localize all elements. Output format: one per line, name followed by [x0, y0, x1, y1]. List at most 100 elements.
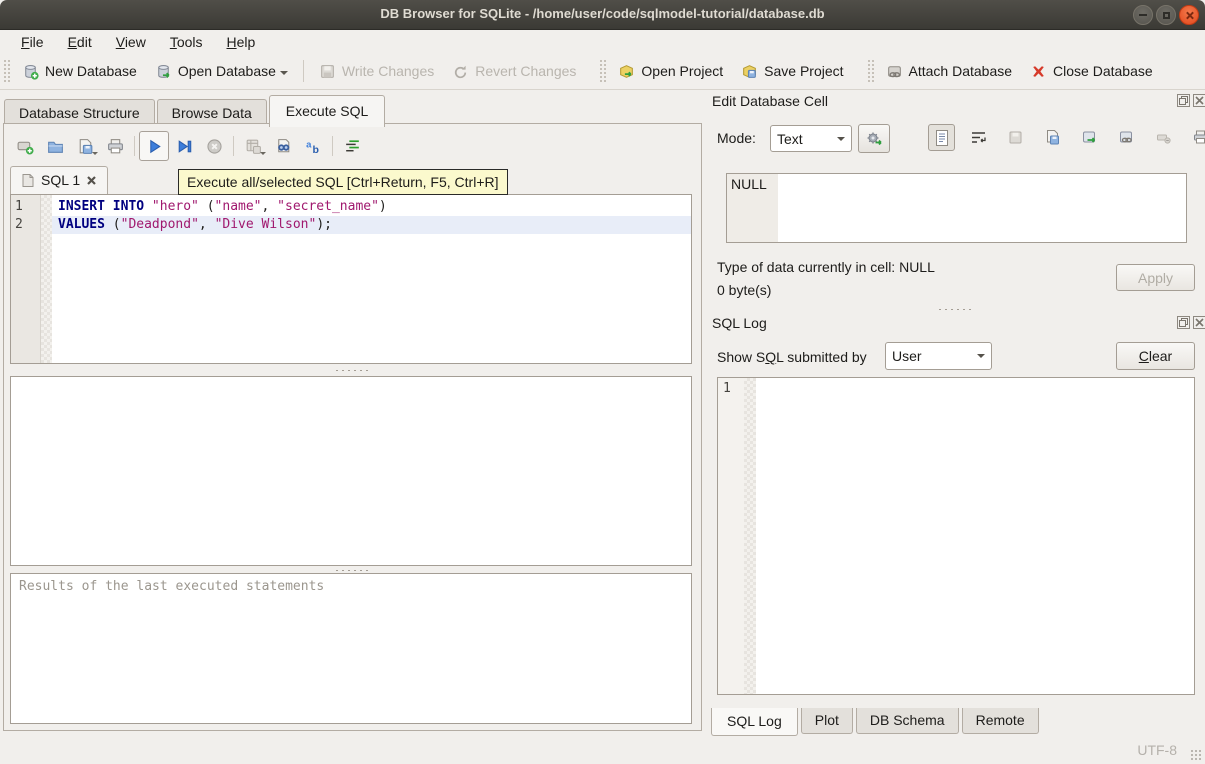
- dock-tab-remote[interactable]: Remote: [962, 708, 1039, 734]
- save-file-button[interactable]: [1039, 124, 1066, 151]
- clear-label: Clear: [1139, 348, 1172, 364]
- close-database-button[interactable]: Close Database: [1021, 58, 1162, 85]
- sql-editor[interactable]: 1 2 INSERT INTO "hero" ("name", "secret_…: [10, 194, 692, 364]
- dock-close-button[interactable]: [1193, 94, 1205, 107]
- dock-tab-db-schema[interactable]: DB Schema: [856, 708, 959, 734]
- menubar: File Edit View Tools Help: [0, 30, 1205, 53]
- open-project-button[interactable]: Open Project: [609, 58, 732, 85]
- mode-value: Text: [777, 131, 803, 147]
- dock-float-button[interactable]: [1177, 316, 1190, 329]
- menu-view[interactable]: View: [105, 32, 157, 52]
- dock-tab-plot[interactable]: Plot: [801, 708, 853, 734]
- save-project-label: Save Project: [764, 63, 843, 79]
- log-fold-margin: [744, 378, 756, 694]
- new-database-icon: [22, 63, 39, 80]
- maximize-button[interactable]: [1156, 5, 1176, 25]
- menu-edit[interactable]: Edit: [57, 32, 103, 52]
- titlebar[interactable]: DB Browser for SQLite - /home/user/code/…: [0, 0, 1205, 30]
- external-link-icon: [1118, 129, 1135, 146]
- tooltip-text: Execute all/selected SQL [Ctrl+Return, F…: [187, 174, 499, 190]
- toolbar-handle[interactable]: [599, 59, 606, 83]
- open-sql-file-icon: [46, 137, 65, 156]
- svg-text:b: b: [312, 143, 319, 155]
- dock-splitter[interactable]: [712, 306, 1195, 312]
- open-database-icon: [155, 63, 172, 80]
- dock-tab-sql-log[interactable]: SQL Log: [711, 708, 798, 736]
- open-database-button[interactable]: Open Database: [146, 58, 297, 85]
- sql-log-view[interactable]: 1: [717, 377, 1195, 695]
- find-replace-icon: [274, 137, 293, 156]
- save-sql-file-button[interactable]: [70, 131, 100, 161]
- word-wrap-button[interactable]: [965, 124, 992, 151]
- toggle-comment-button[interactable]: [337, 131, 367, 161]
- fold-margin: [41, 195, 52, 363]
- set-null-icon: [1155, 129, 1172, 146]
- import-file-button[interactable]: [1002, 124, 1029, 151]
- app-window: DB Browser for SQLite - /home/user/code/…: [0, 0, 1205, 764]
- new-database-button[interactable]: New Database: [13, 58, 146, 85]
- save-results-button[interactable]: [238, 131, 268, 161]
- mode-select[interactable]: Text: [770, 125, 852, 152]
- attach-database-label: Attach Database: [909, 63, 1013, 79]
- clear-log-button[interactable]: Clear: [1116, 342, 1195, 370]
- execute-all-button[interactable]: [139, 131, 169, 161]
- code-area[interactable]: INSERT INTO "hero" ("name", "secret_name…: [52, 195, 691, 363]
- encoding-indicator: UTF-8: [1137, 742, 1177, 758]
- close-tab-icon[interactable]: [86, 175, 97, 186]
- toggle-comment-icon: [343, 137, 362, 156]
- code-line-2: VALUES ("Deadpond", "Dive Wilson");: [52, 216, 691, 234]
- auto-switch-mode-button[interactable]: [858, 124, 890, 153]
- toolbar-separator: [134, 136, 135, 156]
- log-filter-select[interactable]: User: [885, 342, 992, 370]
- editor-results-splitter[interactable]: [10, 367, 692, 374]
- auto-format-button[interactable]: a b: [298, 131, 328, 161]
- sql-editor-toolbar: a b: [10, 129, 367, 163]
- open-sql-file-button[interactable]: [40, 131, 70, 161]
- menu-help[interactable]: Help: [216, 32, 267, 52]
- resize-grip[interactable]: [1190, 749, 1202, 761]
- cell-value-editor[interactable]: NULL: [726, 173, 1187, 243]
- save-results-dropdown-caret[interactable]: [260, 152, 266, 158]
- close-button[interactable]: [1179, 5, 1199, 25]
- tab-execute-sql[interactable]: Execute SQL: [269, 95, 386, 127]
- text-document-button[interactable]: [928, 124, 955, 151]
- apply-label: Apply: [1138, 270, 1173, 286]
- new-sql-tab-button[interactable]: [10, 131, 40, 161]
- results-grid[interactable]: [10, 376, 692, 566]
- write-changes-button[interactable]: Write Changes: [310, 58, 443, 85]
- dock-float-button[interactable]: [1177, 94, 1190, 107]
- print-cell-button[interactable]: [1187, 124, 1205, 151]
- attach-database-icon: [886, 63, 903, 80]
- print-button[interactable]: [100, 131, 130, 161]
- results-placeholder: Results of the last executed statements: [19, 579, 324, 594]
- open-project-icon: [618, 63, 635, 80]
- save-sql-dropdown-caret[interactable]: [92, 152, 98, 158]
- apply-button[interactable]: Apply: [1116, 264, 1195, 291]
- external-edit-button[interactable]: [1113, 124, 1140, 151]
- toolbar-handle[interactable]: [867, 59, 874, 83]
- set-null-button[interactable]: [1150, 124, 1177, 151]
- minimize-button[interactable]: [1133, 5, 1153, 25]
- toolbar-separator: [332, 136, 333, 156]
- execution-results-message[interactable]: Results of the last executed statements: [10, 573, 692, 724]
- line-number: 1: [15, 198, 35, 216]
- revert-changes-button[interactable]: Revert Changes: [443, 58, 585, 85]
- attach-database-button[interactable]: Attach Database: [877, 58, 1022, 85]
- word-wrap-icon: [970, 129, 987, 146]
- toolbar-handle[interactable]: [3, 59, 10, 83]
- save-project-button[interactable]: Save Project: [732, 58, 852, 85]
- print-icon: [1192, 129, 1205, 146]
- dock-close-button[interactable]: [1193, 316, 1205, 329]
- open-database-dropdown-caret[interactable]: [280, 71, 288, 79]
- print-icon: [106, 137, 125, 156]
- execute-current-line-button[interactable]: [169, 131, 199, 161]
- export-data-button[interactable]: [1076, 124, 1103, 151]
- export-icon: [1081, 129, 1098, 146]
- sql-tab[interactable]: SQL 1: [10, 166, 108, 195]
- stop-button[interactable]: [199, 131, 229, 161]
- close-database-icon: [1030, 63, 1047, 80]
- revert-changes-label: Revert Changes: [475, 63, 576, 79]
- menu-file[interactable]: File: [10, 32, 55, 52]
- menu-tools[interactable]: Tools: [159, 32, 214, 52]
- find-replace-button[interactable]: [268, 131, 298, 161]
